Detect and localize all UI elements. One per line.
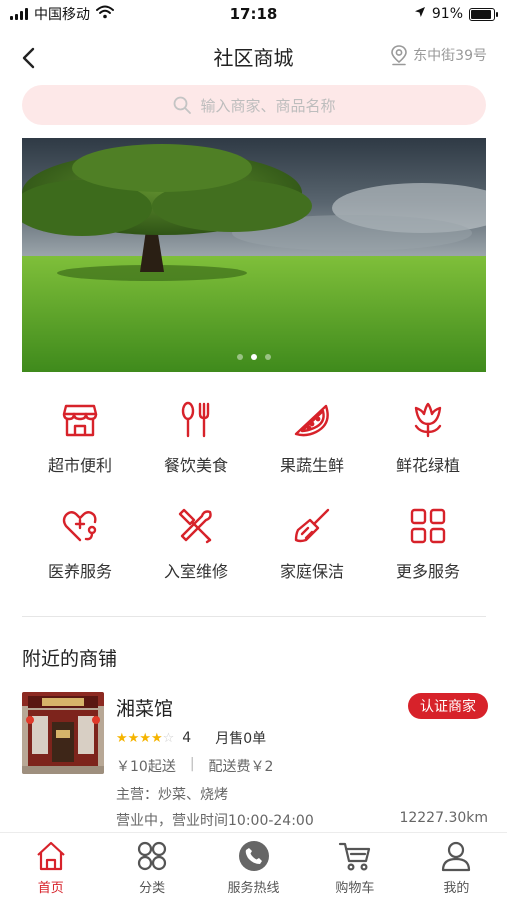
category-produce[interactable]: 果蔬生鲜 [254,398,370,476]
carousel-dot[interactable] [237,354,243,360]
category-icon [135,839,169,873]
map-pin-icon [391,45,407,66]
rating-value: 4 [182,730,192,746]
category-label: 果蔬生鲜 [279,456,344,475]
star-filled-icon: ★ [139,731,151,746]
star-rating: ★★★★☆ [116,730,174,746]
signal-icon [10,8,28,20]
banner-image [22,138,486,372]
category-supermarket[interactable]: 超市便利 [22,398,138,476]
search-input[interactable]: 输入商家、商品名称 [22,85,486,125]
tools-icon [174,504,218,548]
shop-distance: 12227.30km [399,810,488,826]
status-bar: 中国移动 17:18 91% [0,0,507,28]
tab-cart[interactable]: 购物车 [304,833,405,900]
wifi-icon [96,5,114,23]
utensils-icon [174,398,218,442]
category-repair[interactable]: 入室维修 [138,504,254,582]
category-label: 超市便利 [47,456,112,475]
category-label: 餐饮美食 [163,456,228,475]
status-left: 中国移动 [10,4,114,24]
tab-hotline[interactable]: 服务热线 [203,833,304,900]
tab-label: 我的 [443,881,470,896]
flower-icon [406,398,450,442]
location-selector[interactable]: 东中街39号 [389,44,487,66]
watermelon-icon [290,398,334,442]
search-icon [174,96,192,114]
stethoscope-icon [58,504,102,548]
nearby-shops-title: 附近的商铺 [22,648,118,670]
battery-percent: 91% [431,6,463,22]
carousel-dot[interactable] [265,354,271,360]
store-icon [58,398,102,442]
grid-icon [406,504,450,548]
certified-badge: 认证商家 [408,693,488,719]
category-grid: 超市便利 餐饮美食 果蔬生鲜 鲜花绿植 医养服务 入室维修 家庭保洁 更多服务 [22,398,486,582]
phone-icon [237,839,271,873]
category-cleaning[interactable]: 家庭保洁 [254,504,370,582]
category-label: 入室维修 [163,562,228,581]
category-label: 医养服务 [47,562,112,581]
search-placeholder: 输入商家、商品名称 [200,96,336,115]
tab-bar: 首页 分类 服务热线 购物车 我的 [0,832,507,900]
tab-label: 分类 [139,881,166,896]
tab-label: 购物车 [335,881,375,896]
nav-bar: 社区商城 东中街39号 [0,30,507,80]
category-more[interactable]: 更多服务 [370,504,486,582]
shop-name: 湘菜馆 [116,698,174,720]
star-filled-icon: ★ [127,731,140,746]
location-label: 东中街39号 [413,48,487,64]
price-row: ￥10起送 | 配送费￥2 [116,756,273,776]
tab-label: 首页 [37,881,64,896]
status-right: 91% [414,6,498,22]
carousel-dot[interactable] [251,354,257,360]
monthly-sales: 月售0单 [215,731,267,747]
carousel-dots [22,354,486,360]
battery-icon [469,7,498,21]
category-flowers[interactable]: 鲜花绿植 [370,398,486,476]
location-arrow-icon [414,6,426,22]
tab-label: 服务热线 [227,881,280,896]
business-hours: 营业中，营业时间10:00-24:00 [116,813,314,829]
star-empty-icon: ☆ [162,731,175,746]
user-icon [439,839,473,873]
tab-mine[interactable]: 我的 [406,833,507,900]
shop-thumbnail [22,692,104,774]
category-label: 更多服务 [395,562,460,581]
category-medical[interactable]: 医养服务 [22,504,138,582]
shop-card[interactable]: 湘菜馆 认证商家 ★★★★☆ 4 月售0单 ￥10起送 | 配送费￥2 主营：炒… [22,690,488,830]
main-business: 主营：炒菜、烧烤 [116,787,228,803]
tab-home[interactable]: 首页 [0,833,101,900]
tab-category[interactable]: 分类 [101,833,202,900]
section-divider [22,616,486,617]
carrier-label: 中国移动 [34,7,90,23]
cart-icon [338,839,372,873]
category-label: 家庭保洁 [279,562,344,581]
banner-carousel[interactable] [22,138,486,372]
star-filled-icon: ★ [116,731,128,746]
broom-icon [290,504,334,548]
category-dining[interactable]: 餐饮美食 [138,398,254,476]
star-filled-icon: ★ [150,731,163,746]
delivery-fee: 配送费￥2 [208,759,274,775]
price-separator: | [189,756,195,772]
min-order: ￥10起送 [116,759,176,775]
home-icon [34,839,68,873]
rating-row: ★★★★☆ 4 月售0单 [116,728,266,748]
category-label: 鲜花绿植 [395,456,460,475]
